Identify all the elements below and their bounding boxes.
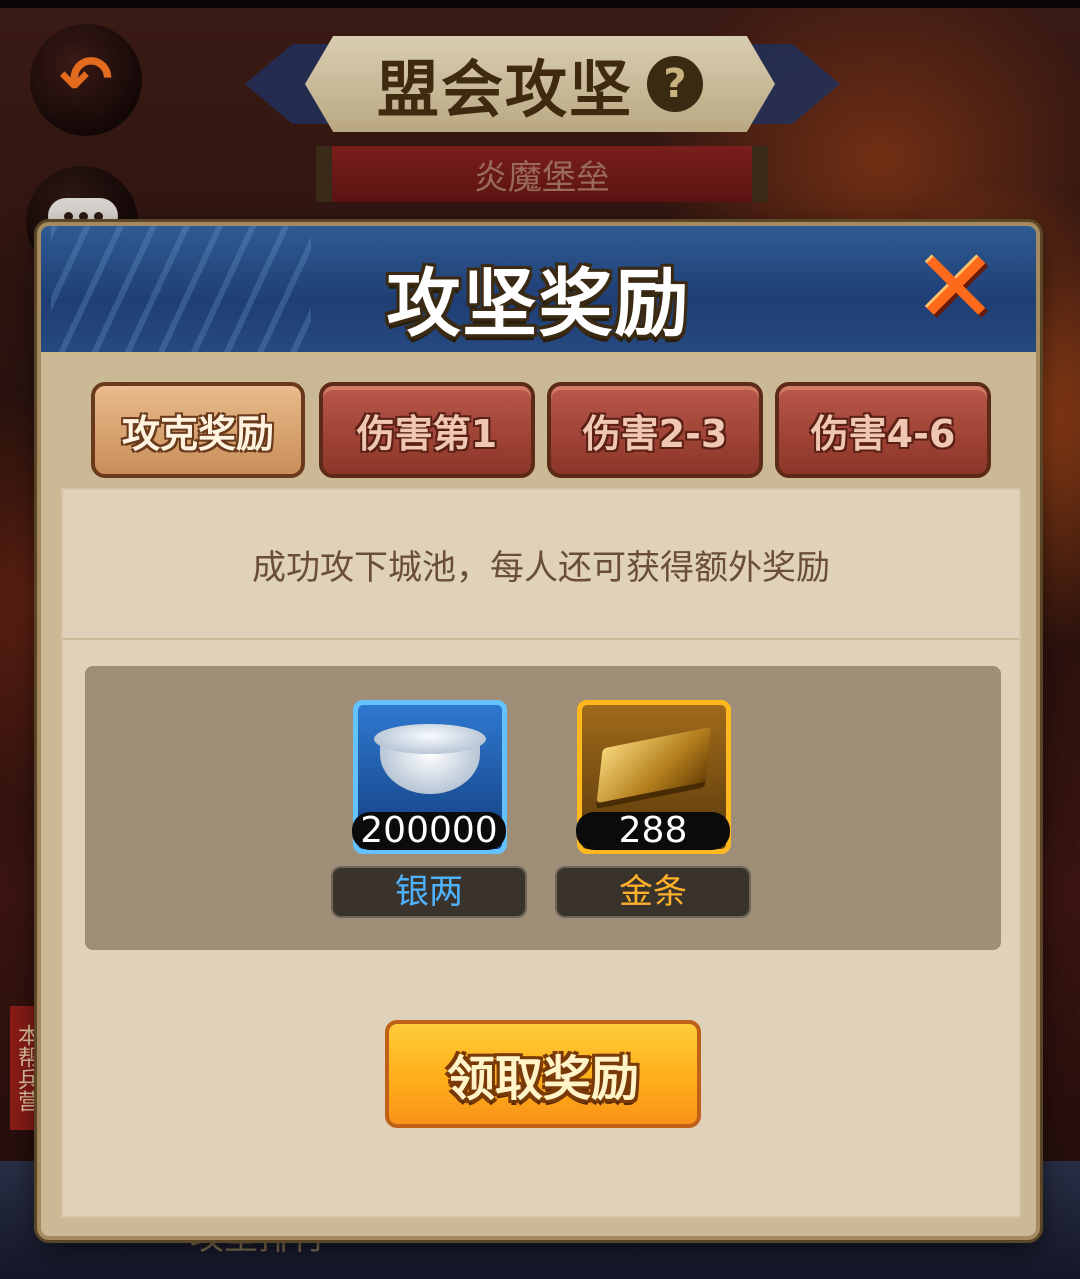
reward-item-gold[interactable]: 288 金条 [555,700,751,922]
gold-bar-icon [596,727,712,804]
back-arrow-icon: ↶ [59,43,113,117]
fortress-name-banner: 炎魔堡垒 [316,146,768,202]
tab-damage-rank-4-6[interactable]: 伤害4-6 [775,382,991,478]
help-icon[interactable]: ? [647,56,703,112]
page-title: 盟会攻坚 [376,53,633,126]
side-note-barracks[interactable]: 本帮兵营 [10,1006,40,1130]
description-area: 成功攻下城池，每人还可获得额外奖励 [63,490,1019,640]
reward-item-silver[interactable]: 200000 银两 [331,700,527,922]
tab-damage-rank-2-3[interactable]: 伤害2-3 [547,382,763,478]
item-name: 银两 [331,866,527,918]
item-count: 200000 [352,812,506,850]
tab-damage-rank-1[interactable]: 伤害第1 [319,382,535,478]
claim-reward-button[interactable]: 领取奖励 [385,1020,701,1128]
item-count: 288 [576,812,730,850]
item-name: 金条 [555,866,751,918]
back-button[interactable]: ↶ [30,24,142,136]
reward-list: 200000 银两 288 金条 [85,666,1001,950]
close-button[interactable]: ✕ [906,229,1006,346]
page-title-banner: 盟会攻坚 ? [245,30,840,140]
reward-modal: 攻坚奖励 ✕ 攻克奖励 伤害第1 伤害2-3 伤害4-6 成功攻下城池，每人还可… [37,222,1040,1240]
reward-description: 成功攻下城池，每人还可获得额外奖励 [252,547,830,588]
reward-tabs: 攻克奖励 伤害第1 伤害2-3 伤害4-6 [91,382,991,482]
tab-conquest-reward[interactable]: 攻克奖励 [91,382,305,478]
modal-header: 攻坚奖励 ✕ [41,226,1036,356]
reward-content-panel: 成功攻下城池，每人还可获得额外奖励 200000 银两 288 金条 领取奖励 [61,488,1021,1218]
silver-ingot-icon [374,724,486,795]
modal-title: 攻坚奖励 [386,261,691,347]
close-icon: ✕ [914,229,998,346]
